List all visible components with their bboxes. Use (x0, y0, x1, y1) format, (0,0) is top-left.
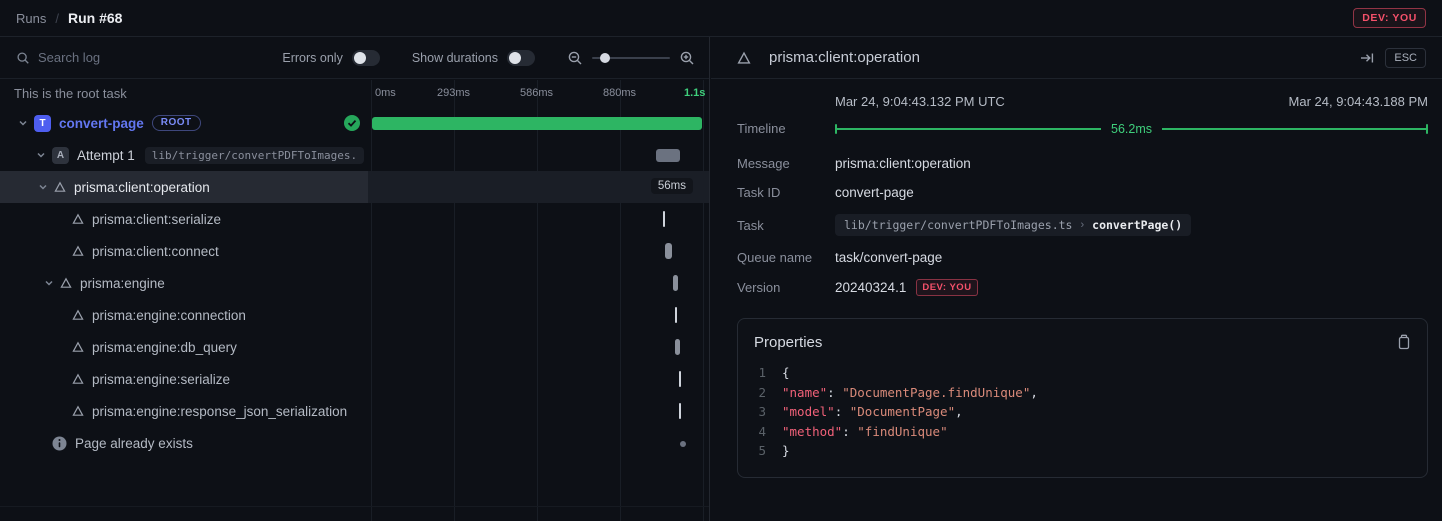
span-row-prisma-engine-response-json-serialization[interactable]: prisma:engine:response_json_serializatio… (0, 395, 709, 427)
span-duration: 56.2ms (1111, 122, 1152, 136)
search-placeholder: Search log (38, 50, 100, 65)
span-triangle-icon (54, 181, 66, 193)
span-row-prisma-engine[interactable]: prisma:engine (0, 267, 709, 299)
copy-icon[interactable] (1395, 333, 1411, 351)
span-row-prisma-client-operation[interactable]: prisma:client:operation 56ms (0, 171, 709, 203)
errors-only-toggle[interactable] (352, 50, 380, 66)
span-triangle-icon (72, 245, 84, 257)
span-row-prisma-engine-db-query[interactable]: prisma:engine:db_query (0, 331, 709, 363)
top-bar: Runs / Run #68 DEV: YOU (0, 0, 1442, 37)
zoom-slider[interactable] (592, 50, 670, 66)
inspector-title: prisma:client:operation (769, 49, 920, 66)
chevron-right-icon: › (1080, 219, 1084, 231)
span-triangle-icon (737, 51, 751, 65)
span-bar[interactable] (679, 403, 681, 419)
search-input[interactable]: Search log (16, 50, 166, 65)
event-dot[interactable] (680, 441, 686, 447)
info-icon (52, 436, 67, 451)
breadcrumb-separator: / (55, 11, 59, 26)
span-triangle-icon (60, 277, 72, 289)
span-row-prisma-client-connect[interactable]: prisma:client:connect (0, 235, 709, 267)
timeline-tick: 880ms (603, 87, 636, 99)
event-row-page-already-exists[interactable]: Page already exists (0, 427, 709, 459)
queue-value: task/convert-page (835, 250, 942, 265)
task-id-value: convert-page (835, 185, 914, 200)
panel-resize-handle[interactable] (0, 506, 709, 507)
span-bar[interactable] (665, 243, 672, 259)
span-row-prisma-engine-connection[interactable]: prisma:engine:connection (0, 299, 709, 331)
root-badge: ROOT (152, 115, 201, 131)
properties-code: 1{2 "name": "DocumentPage.findUnique",3 … (738, 361, 1427, 477)
show-durations-toggle[interactable] (507, 50, 535, 66)
inspector-header: prisma:client:operation ESC (711, 37, 1442, 79)
span-triangle-icon (72, 213, 84, 225)
environment-badge: DEV: YOU (1353, 8, 1426, 28)
span-inspector: prisma:client:operation ESC Mar 24, 9:04… (711, 37, 1442, 521)
collapse-panel-icon[interactable] (1359, 50, 1375, 66)
span-row-prisma-client-serialize[interactable]: prisma:client:serialize (0, 203, 709, 235)
search-icon (16, 51, 30, 65)
span-bar[interactable] (673, 275, 678, 291)
chevron-down-icon[interactable] (42, 278, 56, 288)
attempt-icon: A (52, 147, 69, 164)
span-bar[interactable] (372, 117, 702, 130)
version-value: 20240324.1 (835, 280, 906, 295)
span-duration-timeline: 56.2ms (835, 122, 1428, 136)
span-row-attempt-1[interactable]: A Attempt 1 lib/trigger/convertPDFToImag… (0, 139, 709, 171)
span-triangle-icon (72, 373, 84, 385)
version-env-badge: DEV: YOU (916, 279, 977, 296)
attempt-path: lib/trigger/convertPDFToImages. (145, 147, 364, 164)
span-end-time: Mar 24, 9:04:43.188 PM (1289, 94, 1428, 109)
page-title: Run #68 (68, 10, 122, 26)
span-row-prisma-engine-serialize[interactable]: prisma:engine:serialize (0, 363, 709, 395)
field-label-queue: Queue name (737, 250, 835, 265)
task-icon: T (34, 115, 51, 132)
run-trace-app: Runs / Run #68 DEV: YOU Search log Error… (0, 0, 1442, 521)
trace-toolbar: Search log Errors only Show durations (0, 37, 709, 79)
show-durations-label: Show durations (412, 51, 498, 65)
task-file-path: lib/trigger/convertPDFToImages.ts (844, 218, 1072, 232)
success-check-icon (344, 115, 360, 136)
field-label-task-id: Task ID (737, 185, 835, 200)
chevron-down-icon[interactable] (34, 150, 48, 160)
task-function: convertPage() (1092, 218, 1182, 232)
errors-only-label: Errors only (282, 51, 342, 65)
message-value: prisma:client:operation (835, 156, 971, 171)
timeline-tick: 293ms (437, 87, 470, 99)
chevron-down-icon[interactable] (16, 118, 30, 128)
breadcrumb-runs[interactable]: Runs (16, 11, 46, 26)
chevron-down-icon[interactable] (36, 182, 50, 192)
properties-card: Properties 1{2 "name": "DocumentPage.fin… (737, 318, 1428, 478)
properties-title: Properties (754, 334, 822, 351)
trace-tree: This is the root task 0ms 293ms 586ms 88… (0, 80, 709, 521)
span-triangle-icon (72, 309, 84, 321)
span-bar[interactable] (675, 307, 677, 323)
span-start-time: Mar 24, 9:04:43.132 PM UTC (835, 94, 1005, 109)
zoom-out-icon[interactable] (567, 50, 583, 66)
timeline-tick: 0ms (375, 87, 396, 99)
span-bar[interactable] (656, 149, 680, 162)
field-label-task: Task (737, 218, 835, 233)
zoom-in-icon[interactable] (679, 50, 695, 66)
duration-chip: 56ms (651, 178, 693, 194)
field-label-version: Version (737, 280, 835, 295)
root-task-note: This is the root task (14, 86, 127, 101)
esc-button[interactable]: ESC (1385, 48, 1426, 68)
timeline-tick: 586ms (520, 87, 553, 99)
span-row-convert-page[interactable]: T convert-page ROOT (0, 107, 709, 139)
span-triangle-icon (72, 405, 84, 417)
span-bar[interactable] (663, 211, 665, 227)
task-source-chip[interactable]: lib/trigger/convertPDFToImages.ts › conv… (835, 214, 1191, 236)
timeline-tick-total: 1.1s (684, 87, 705, 99)
field-label-message: Message (737, 156, 835, 171)
field-label-timeline: Timeline (737, 121, 835, 136)
span-bar[interactable] (679, 371, 681, 387)
trace-panel: Search log Errors only Show durations (0, 37, 710, 521)
span-bar[interactable] (675, 339, 680, 355)
span-triangle-icon (72, 341, 84, 353)
